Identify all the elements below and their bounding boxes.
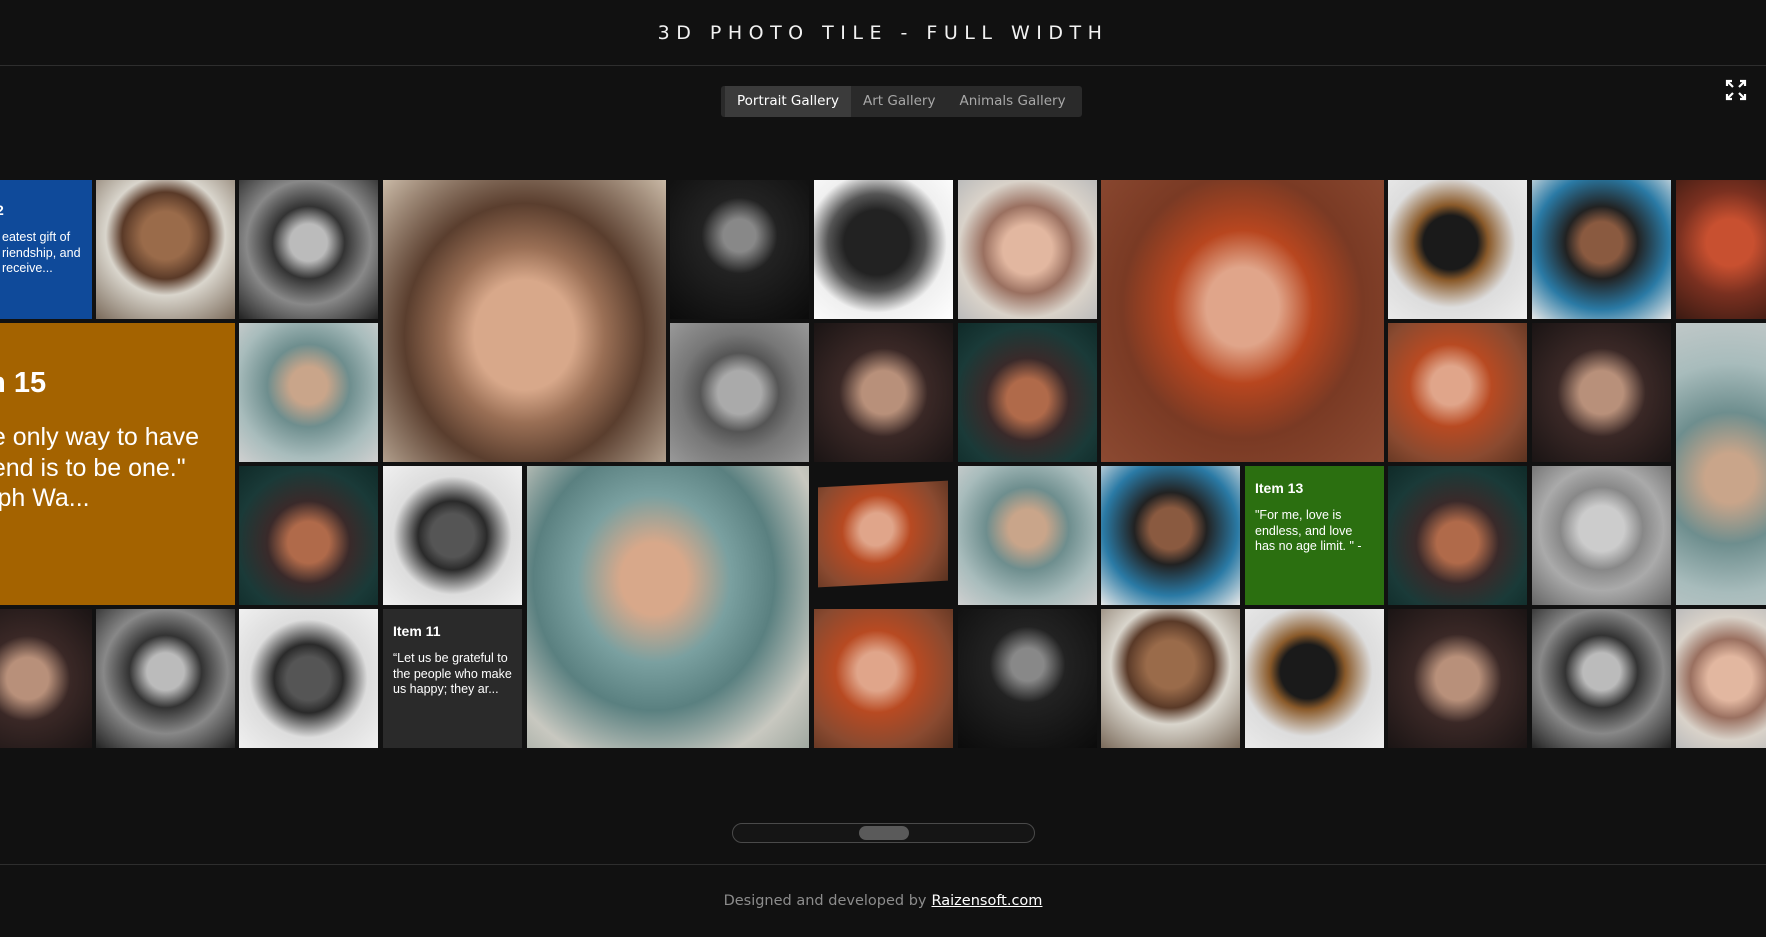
photo-tile[interactable] — [383, 466, 522, 605]
quote-title: 2 — [0, 202, 82, 218]
photo-tile[interactable] — [1388, 323, 1527, 462]
photo-tile[interactable] — [1532, 466, 1671, 605]
quote-title: Item 11 — [393, 623, 441, 639]
gallery-tabs: Portrait Gallery Art Gallery Animals Gal… — [721, 86, 1082, 117]
quote-tile-item-11[interactable]: Item 11 “Let us be grateful to the peopl… — [383, 609, 522, 748]
photo-tile[interactable] — [1388, 609, 1527, 748]
photo-tile[interactable] — [1532, 609, 1671, 748]
scrollbar-thumb[interactable] — [859, 826, 909, 840]
expand-arrows-icon — [1725, 79, 1747, 101]
quote-text: "For me, love is endless, and love has n… — [1255, 508, 1362, 554]
quote-text: “Let us be grateful to the people who ma… — [393, 651, 512, 697]
page-header: 3D PHOTO TILE - FULL WIDTH — [0, 0, 1766, 66]
photo-tile[interactable] — [383, 180, 666, 462]
quote-tile-item-2[interactable]: 2 eatest gift of riendship, and receive.… — [0, 180, 92, 319]
photo-tile[interactable] — [1388, 466, 1527, 605]
photo-tile[interactable] — [1101, 609, 1240, 748]
page-footer: Designed and developed by Raizensoft.com — [0, 864, 1766, 937]
photo-tile[interactable] — [814, 466, 953, 605]
footer-text: Designed and developed by — [723, 893, 927, 909]
photo-tile[interactable] — [814, 180, 953, 319]
photo-tile[interactable] — [670, 323, 809, 462]
photo-tile[interactable] — [527, 466, 809, 748]
photo-tile[interactable] — [239, 466, 378, 605]
quote-text: he only way to have riend is to be one."… — [0, 423, 199, 512]
photo-tile[interactable] — [958, 609, 1097, 748]
gallery-scrollbar[interactable] — [732, 823, 1035, 843]
photo-tile[interactable] — [96, 180, 235, 319]
photo-tile[interactable] — [958, 323, 1097, 462]
photo-tile[interactable] — [670, 180, 809, 319]
quote-title: m 15 — [0, 367, 47, 399]
photo-tile[interactable] — [1388, 180, 1527, 319]
quote-text: eatest gift of riendship, and receive... — [2, 230, 81, 276]
photo-tile-grid: 2 eatest gift of riendship, and receive.… — [0, 180, 1766, 750]
tab-animals-gallery[interactable]: Animals Gallery — [947, 86, 1077, 117]
photo-tile[interactable] — [1245, 609, 1384, 748]
quote-tile-item-15[interactable]: m 15 he only way to have riend is to be … — [0, 323, 235, 605]
photo-tile[interactable] — [814, 323, 953, 462]
photo-tile[interactable] — [958, 466, 1097, 605]
photo-tile[interactable] — [814, 609, 953, 748]
tab-portrait-gallery[interactable]: Portrait Gallery — [725, 86, 852, 117]
page-title: 3D PHOTO TILE - FULL WIDTH — [657, 21, 1109, 44]
photo-tile[interactable] — [1532, 323, 1671, 462]
tab-art-gallery[interactable]: Art Gallery — [851, 86, 947, 117]
photo-tile-tilted — [818, 480, 948, 588]
quote-tile-item-13[interactable]: Item 13 "For me, love is endless, and lo… — [1245, 466, 1384, 605]
footer-link[interactable]: Raizensoft.com — [932, 893, 1043, 909]
photo-tile[interactable] — [1676, 609, 1766, 748]
photo-tile[interactable] — [1101, 466, 1240, 605]
quote-title: Item 13 — [1255, 480, 1304, 496]
fullscreen-button[interactable] — [1725, 79, 1747, 101]
photo-tile[interactable] — [239, 609, 378, 748]
photo-tile[interactable] — [1101, 180, 1384, 462]
photo-tile[interactable] — [1676, 180, 1766, 319]
photo-tile[interactable] — [1676, 323, 1766, 605]
photo-tile[interactable] — [239, 323, 378, 462]
photo-tile[interactable] — [0, 609, 92, 748]
photo-tile[interactable] — [958, 180, 1097, 319]
photo-tile[interactable] — [1532, 180, 1671, 319]
photo-tile[interactable] — [239, 180, 378, 319]
photo-tile[interactable] — [96, 609, 235, 748]
